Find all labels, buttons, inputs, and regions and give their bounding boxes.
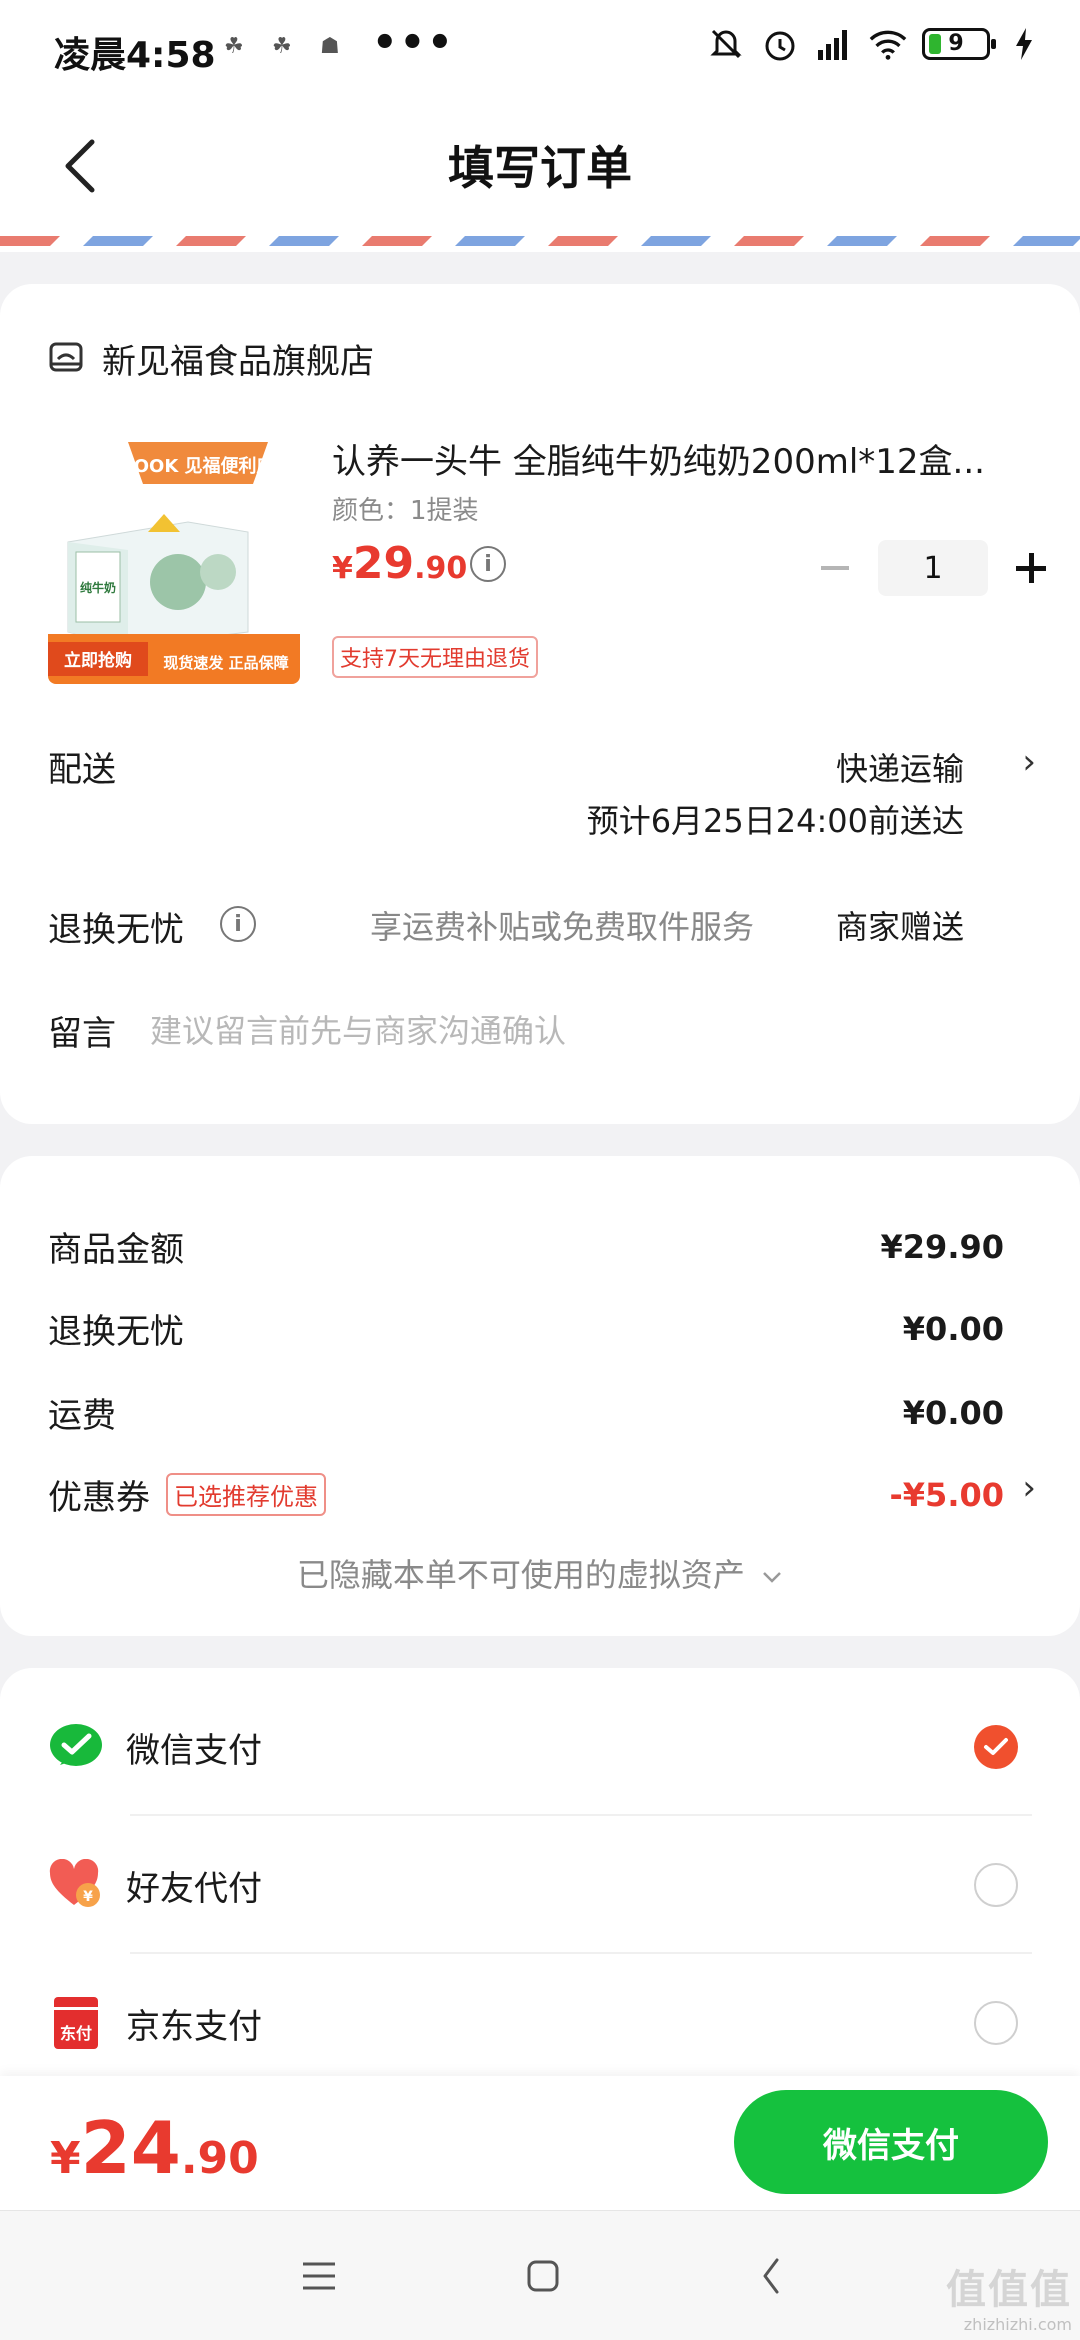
back-nav-icon[interactable]: [736, 2241, 806, 2311]
message-input[interactable]: [150, 1006, 1010, 1056]
worry-free-label: 退换无忧: [48, 910, 184, 950]
product-image[interactable]: FOOK 见福便利店 纯牛奶 立即抢购 现货速发 正品保障: [48, 432, 300, 684]
mute-icon: [706, 24, 746, 64]
watermark: 值值值 zhizhizhi.com: [946, 2267, 1072, 2334]
svg-text:东付: 东付: [60, 2024, 92, 2043]
address-envelope-border: [0, 232, 1080, 252]
worry-free-gift: 商家赠送: [835, 908, 964, 946]
return-policy-badge: 支持7天无理由退货: [332, 636, 538, 678]
wifi-icon: [868, 24, 908, 64]
quantity-value[interactable]: 1: [878, 540, 988, 596]
home-icon[interactable]: [508, 2241, 578, 2311]
delivery-label: 配送: [48, 750, 116, 790]
payment-option-jd[interactable]: 东付 京东支付: [48, 1954, 1032, 2092]
worry-free-info-icon[interactable]: i: [220, 906, 256, 942]
total-amount: ¥24.90: [50, 2106, 259, 2190]
store-icon: [48, 339, 84, 379]
chevron-right-icon[interactable]: ›: [1022, 742, 1036, 782]
decrease-quantity-button[interactable]: [810, 543, 860, 593]
checkout-bar: ¥24.90 微信支付: [0, 2076, 1080, 2210]
charging-icon: [1004, 24, 1044, 64]
product-spec[interactable]: 颜色：1提装: [332, 490, 479, 527]
store-name: 新见福食品旗舰店: [102, 342, 374, 382]
worry-free-description: 享运费补贴或免费取件服务: [370, 908, 755, 946]
status-bar: 凌晨4:58 ☘ ☘ ☗ ••• 9: [0, 0, 1080, 96]
price-summary-card: 商品金额 ¥29.90 退换无忧 ¥0.00 运费 ¥0.00 优惠券 已选推荐…: [0, 1156, 1080, 1636]
header: 填写订单: [0, 96, 1080, 236]
worry-free-fee-row: 退换无忧 ¥0.00: [48, 1309, 1004, 1353]
delivery-method[interactable]: 快递运输: [836, 744, 964, 790]
radio-checked-icon[interactable]: [974, 1725, 1018, 1769]
notification-icon: ☘: [224, 34, 244, 59]
product-price: ¥29.90: [332, 538, 468, 589]
pay-button[interactable]: 微信支付: [734, 2090, 1048, 2194]
status-icons: 9: [706, 24, 1044, 64]
worry-free-fee-value: ¥0.00: [902, 1309, 1004, 1348]
svg-text:现货速发 正品保障: 现货速发 正品保障: [163, 654, 288, 672]
goods-amount-value: ¥29.90: [880, 1227, 1004, 1266]
order-card: 新见福食品旗舰店 FOOK 见福便利店 纯牛奶 立即抢购 现货速发 正品保障 认…: [0, 284, 1080, 1124]
chevron-down-icon: [763, 1572, 781, 1583]
svg-text:FOOK 见福便利店: FOOK 见福便利店: [121, 455, 274, 477]
store-header[interactable]: 新见福食品旗舰店: [48, 334, 374, 383]
payment-name: 好友代付: [126, 1868, 262, 1909]
svg-text:纯牛奶: 纯牛奶: [80, 580, 116, 595]
chevron-right-icon[interactable]: ›: [1022, 1468, 1036, 1508]
svg-text:¥: ¥: [83, 1889, 93, 1905]
friend-pay-icon: ¥: [48, 1857, 104, 1913]
signal-icon: [814, 24, 854, 64]
payment-option-friend[interactable]: ¥ 好友代付: [48, 1816, 1032, 1954]
alarm-icon: [760, 24, 800, 64]
page-title: 填写订单: [448, 141, 632, 195]
payment-name: 微信支付: [126, 1730, 262, 1771]
increase-quantity-button[interactable]: [1006, 543, 1056, 593]
svg-text:立即抢购: 立即抢购: [64, 650, 132, 671]
radio-unchecked-icon[interactable]: [974, 1863, 1018, 1907]
notification-icon: ☘: [272, 34, 292, 59]
radio-unchecked-icon[interactable]: [974, 2001, 1018, 2045]
hidden-assets-toggle[interactable]: 已隐藏本单不可使用的虚拟资产: [0, 1550, 1080, 1596]
battery-icon: 9: [922, 28, 996, 60]
goods-amount-row: 商品金额 ¥29.90: [48, 1227, 1004, 1271]
price-info-icon[interactable]: i: [470, 546, 506, 582]
shipping-fee-row: 运费 ¥0.00: [48, 1393, 1004, 1437]
payment-name: 京东支付: [126, 2006, 262, 2047]
coupon-value: -¥5.00: [889, 1475, 1005, 1514]
menu-icon[interactable]: [284, 2241, 354, 2311]
product-title[interactable]: 认养一头牛 全脂纯牛奶纯奶200ml*12盒...: [332, 434, 1012, 483]
status-time: 凌晨4:58: [54, 35, 216, 76]
message-label: 留言: [48, 1014, 116, 1054]
payment-option-wechat[interactable]: 微信支付: [48, 1678, 1032, 1816]
coupon-tag: 已选推荐优惠: [166, 1473, 326, 1516]
more-notifications-icon: •••: [372, 20, 455, 66]
delivery-eta: 预计6月25日24:00前送达: [586, 802, 964, 840]
notification-icon: ☗: [320, 34, 340, 59]
jd-pay-icon: 东付: [48, 1995, 104, 2051]
coupon-label: 优惠券: [48, 1478, 150, 1518]
coupon-row[interactable]: 优惠券 已选推荐优惠 -¥5.00: [48, 1470, 1004, 1519]
payment-methods-card: 微信支付 ¥ 好友代付 东付 京东支付: [0, 1668, 1080, 2088]
system-nav-bar: 值值值 zhizhizhi.com: [0, 2210, 1080, 2340]
shipping-fee-value: ¥0.00: [902, 1393, 1004, 1432]
quantity-stepper: 1: [810, 540, 1056, 596]
wechat-pay-icon: [48, 1719, 104, 1775]
